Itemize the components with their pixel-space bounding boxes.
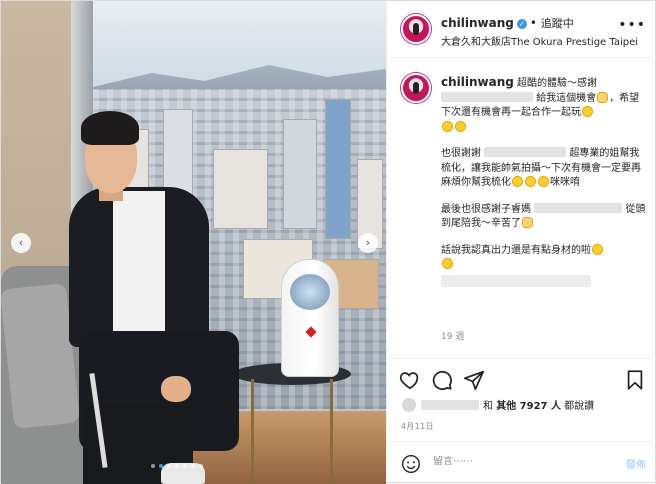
comment-box: 發佈 bbox=[387, 441, 656, 484]
post-date: 4月11日 bbox=[401, 422, 434, 431]
pray-emoji-icon bbox=[522, 217, 533, 228]
carousel-next-button[interactable]: › bbox=[358, 233, 378, 253]
following-button[interactable]: 追蹤中 bbox=[541, 17, 574, 30]
carousel-dot bbox=[191, 464, 195, 468]
redacted-mention bbox=[534, 202, 623, 213]
redacted-liker bbox=[421, 400, 479, 410]
carousel-prev-button[interactable]: ‹ bbox=[11, 233, 31, 253]
instagram-post: ‹ › chilinwang ✓ • 追蹤中 大倉久和大飯店The Okura Pr… bbox=[0, 0, 656, 484]
carousel-dot bbox=[167, 464, 171, 468]
person-hand bbox=[161, 376, 191, 402]
comment-icon[interactable] bbox=[431, 369, 453, 391]
post-photo[interactable]: ‹ › bbox=[1, 1, 386, 484]
chevron-right-icon: › bbox=[365, 236, 371, 249]
person-shirt bbox=[113, 191, 165, 341]
more-options-icon[interactable]: ••• bbox=[618, 17, 646, 33]
share-icon[interactable] bbox=[463, 369, 485, 391]
carousel-dot bbox=[199, 464, 203, 468]
photo-table-legs bbox=[251, 379, 333, 484]
comment-input[interactable] bbox=[433, 456, 603, 467]
likes-summary[interactable]: 和 其他 7927 人 都說讚 bbox=[401, 397, 594, 413]
redacted-hashtags bbox=[441, 274, 591, 287]
liker-avatar bbox=[401, 397, 417, 413]
smile-icon[interactable] bbox=[401, 454, 421, 474]
caption-text: chilinwang 超酷的體驗～感謝 給我這個機會 ，希望下次還有機會再一起合作… bbox=[441, 75, 647, 299]
smile-emoji-icon bbox=[442, 258, 453, 269]
action-bar bbox=[387, 361, 656, 397]
carousel-dot bbox=[183, 464, 187, 468]
bookmark-icon[interactable] bbox=[624, 369, 646, 391]
smile-emoji-icon bbox=[538, 176, 549, 187]
caption-username[interactable]: chilinwang bbox=[441, 75, 514, 89]
carousel-dot bbox=[159, 464, 163, 468]
caption-avatar[interactable] bbox=[401, 73, 431, 103]
caption-timestamp: 19 週 bbox=[441, 332, 465, 342]
post-header: chilinwang ✓ • 追蹤中 大倉久和大飯店The Okura Presti… bbox=[387, 1, 656, 58]
heart-icon[interactable] bbox=[399, 369, 421, 391]
smile-emoji-icon bbox=[582, 106, 593, 117]
smile-emoji-icon bbox=[512, 176, 523, 187]
carousel-indicator bbox=[151, 464, 203, 468]
smile-emoji-icon bbox=[455, 120, 466, 132]
person-hair bbox=[81, 111, 139, 145]
redacted-mention bbox=[484, 147, 567, 157]
smile-emoji-icon bbox=[442, 120, 453, 132]
redacted-mention bbox=[441, 91, 533, 102]
smile-emoji-icon bbox=[525, 176, 536, 187]
post-comment-button[interactable]: 發佈 bbox=[626, 456, 646, 471]
separator-dot: • bbox=[529, 16, 537, 30]
location-link[interactable]: 大倉久和大飯店The Okura Prestige Taipei bbox=[441, 33, 638, 48]
username-link[interactable]: chilinwang bbox=[441, 16, 514, 30]
verified-icon: ✓ bbox=[516, 19, 527, 29]
carousel-dot bbox=[175, 464, 179, 468]
photo-lamp-device bbox=[281, 259, 339, 377]
post-sidebar: chilinwang ✓ • 追蹤中 大倉久和大飯店The Okura Presti… bbox=[386, 1, 656, 484]
smile-emoji-icon bbox=[592, 243, 603, 255]
avatar[interactable] bbox=[401, 14, 431, 44]
chevron-left-icon: ‹ bbox=[18, 236, 24, 249]
pray-emoji-icon bbox=[597, 91, 609, 103]
comments-panel[interactable]: chilinwang 超酷的體驗～感謝 給我這個機會 ，希望下次還有機會再一起合作… bbox=[387, 59, 656, 359]
carousel-dot bbox=[151, 464, 155, 468]
likes-count[interactable]: 其他 7927 人 bbox=[496, 401, 561, 412]
